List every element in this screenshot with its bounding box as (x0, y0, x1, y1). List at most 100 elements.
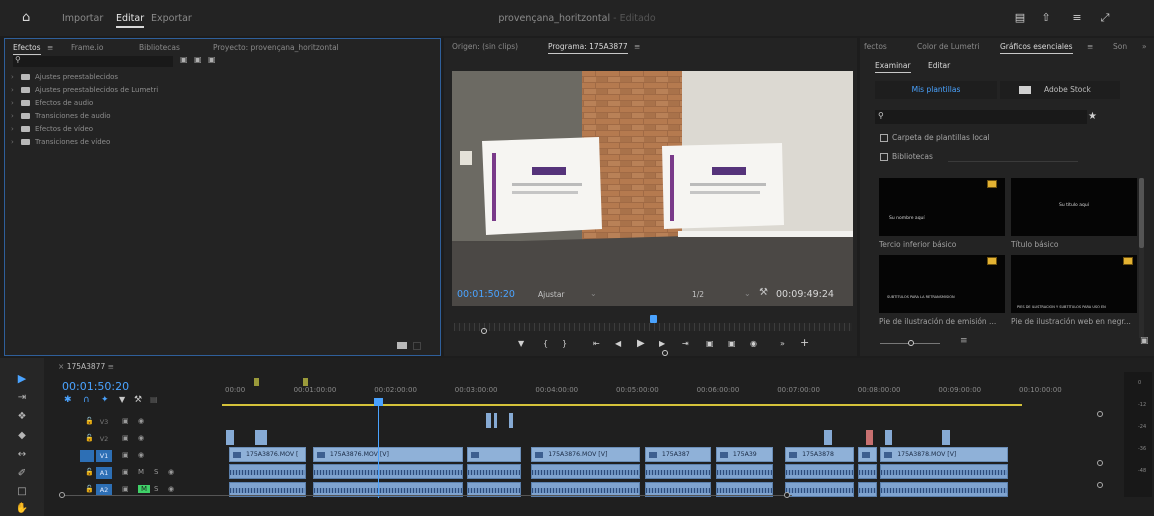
resolution-dropdown[interactable]: 1/2 (692, 290, 704, 299)
chevron-down-icon[interactable]: ⌄ (744, 289, 751, 298)
templates-scrollbar[interactable] (1139, 178, 1144, 338)
marker-icon[interactable]: ▼ (518, 339, 524, 349)
vertical-zoom-handle[interactable] (1097, 460, 1103, 466)
chevron-down-icon[interactable]: ⌄ (590, 289, 597, 298)
thumbnail-size-slider[interactable] (880, 340, 940, 346)
video-clip[interactable] (885, 430, 892, 445)
fullscreen-icon[interactable]: ⤢ (1098, 11, 1112, 25)
tab-graficos-esenciales[interactable]: Gráficos esenciales (1000, 42, 1073, 54)
mark-in-icon[interactable]: { (543, 339, 548, 349)
snap-icon[interactable]: ∩ (83, 395, 90, 405)
step-forward-icon[interactable]: ▶ (659, 339, 665, 349)
tab-son[interactable]: Son (1113, 42, 1127, 51)
tab-frameio[interactable]: Frame.io (71, 43, 103, 52)
video-clip[interactable] (486, 413, 491, 428)
audio-clip[interactable] (531, 464, 641, 479)
program-video-frame[interactable] (452, 71, 853, 306)
zoom-handle-left[interactable] (481, 328, 487, 334)
ripple-edit-icon[interactable]: ❖ (15, 410, 29, 424)
track-select-icon[interactable]: ⇥ (15, 391, 29, 405)
vertical-zoom-handle[interactable] (1097, 411, 1103, 417)
lift-icon[interactable]: ▣ (706, 339, 714, 349)
video-clip[interactable]: 175A39 (715, 447, 774, 462)
delete-icon[interactable] (413, 342, 421, 350)
video-clip[interactable] (857, 447, 878, 462)
audio-clip[interactable] (229, 464, 307, 479)
audio-clip[interactable] (857, 482, 878, 497)
tab-origen[interactable]: Origen: (sin clips) (452, 42, 518, 51)
template-thumbnail[interactable]: PIES DE ILUSTRACIÓN Y SUBTÍTULOS PARA US… (1011, 255, 1137, 313)
nest-toggle-icon[interactable]: ✱ (64, 395, 72, 405)
play-icon[interactable]: ▶ (637, 339, 645, 349)
zoom-handle-right[interactable] (784, 492, 790, 498)
tab-menu-icon[interactable]: ≡ (634, 42, 640, 51)
step-back-icon[interactable]: ◀ (615, 339, 621, 349)
video-clip[interactable] (824, 430, 832, 445)
timeline-playhead[interactable] (373, 398, 383, 498)
tab-color-lumetri[interactable]: Color de Lumetri (917, 42, 980, 51)
vertical-zoom-handle[interactable] (1097, 482, 1103, 488)
wrench-icon[interactable]: ⚒ (759, 287, 768, 298)
video-clip[interactable]: 175A3876.MOV [ (229, 447, 307, 462)
playhead-bar[interactable] (454, 315, 852, 331)
tab-menu-icon[interactable]: ≡ (47, 43, 53, 52)
tab-programa[interactable]: Programa: 175A3877 (548, 42, 628, 54)
audio-clip[interactable] (785, 482, 855, 497)
my-templates-button[interactable]: Mis plantillas (875, 81, 997, 99)
star-icon[interactable]: ★ (1088, 111, 1097, 122)
video-clip[interactable]: 175A3878.MOV [V] (880, 447, 1009, 462)
audio-clip[interactable] (880, 482, 1009, 497)
sync-lock-icon[interactable]: ▣ (122, 434, 129, 442)
sort-menu-icon[interactable]: ≡ (960, 336, 968, 346)
effects-item-lumetri[interactable]: › Ajustes preestablecidos de Lumetri (11, 84, 158, 96)
video-clip[interactable]: 175A3876.MOV [V] (531, 447, 641, 462)
tab-menu-icon[interactable]: ≡ (108, 362, 114, 371)
effects-item-video-effects[interactable]: › Efectos de vídeo (11, 123, 93, 135)
video-clip[interactable] (466, 447, 521, 462)
video-clip[interactable] (509, 413, 513, 428)
playhead-handle[interactable] (373, 398, 383, 406)
subtab-examinar[interactable]: Examinar (875, 61, 911, 73)
mark-out-icon[interactable]: } (562, 339, 567, 349)
libraries-checkbox[interactable]: Bibliotecas (880, 152, 933, 161)
accelerated-effects-icon[interactable]: ▣ (180, 55, 188, 64)
template-thumbnail[interactable]: Su nombre aquí (879, 178, 1005, 236)
new-bin-icon[interactable] (397, 342, 407, 349)
work-area-bar[interactable] (222, 404, 1022, 406)
marker-icon[interactable] (254, 378, 259, 386)
add-button-icon[interactable]: + (800, 337, 809, 348)
tab-efectos-partial[interactable]: fectos (864, 42, 887, 51)
template-thumbnail[interactable]: SUBTÍTULOS PARA LA RETRANSMISIÓN (879, 255, 1005, 313)
effects-item-audio-effects[interactable]: › Efectos de audio (11, 97, 93, 109)
timeline-horizontal-scrollbar[interactable] (59, 492, 792, 498)
tab-efectos[interactable]: Efectos (13, 43, 41, 55)
sequence-tab[interactable]: × 175A3877 ≡ (58, 362, 114, 371)
sync-lock-icon[interactable]: ▣ (122, 417, 129, 425)
effects-item-audio-transitions[interactable]: › Transiciones de audio (11, 110, 111, 122)
templates-search-input[interactable]: ⚲ (875, 110, 1087, 124)
share-icon[interactable]: ⇧ (1039, 11, 1053, 25)
scrollbar-thumb[interactable] (1139, 178, 1144, 248)
video-clip[interactable]: 175A3876.MOV [V] (312, 447, 463, 462)
checkbox[interactable] (880, 133, 888, 142)
export-frame-icon[interactable]: ◉ (750, 339, 757, 349)
effects-item-video-transitions[interactable]: › Transiciones de vídeo (11, 136, 110, 148)
tab-menu-icon[interactable]: ≡ (1087, 42, 1093, 51)
effects-item-ajustes[interactable]: › Ajustes preestablecidos (11, 71, 118, 83)
audio-clip[interactable] (880, 464, 1009, 479)
fit-dropdown[interactable]: Ajustar (538, 290, 565, 299)
subtab-editar[interactable]: Editar (928, 61, 950, 70)
yuv-effects-icon[interactable]: ▣ (208, 55, 216, 64)
overflow-icon[interactable]: » (780, 339, 785, 349)
eye-icon[interactable]: ◉ (138, 417, 144, 425)
slider-handle[interactable] (908, 340, 914, 346)
tab-proyecto[interactable]: Proyecto: provençana_horitzontal (213, 43, 339, 52)
panel-overflow-icon[interactable]: » (1142, 42, 1147, 51)
video-clip[interactable] (255, 430, 267, 445)
hand-tool-icon[interactable]: ✋ (15, 502, 29, 516)
linked-selection-icon[interactable]: ✦ (101, 395, 109, 405)
audio-clip[interactable] (466, 464, 521, 479)
playhead-marker[interactable] (649, 315, 657, 323)
audio-clip[interactable] (715, 464, 774, 479)
track-target-v3[interactable]: V3 (96, 416, 112, 428)
